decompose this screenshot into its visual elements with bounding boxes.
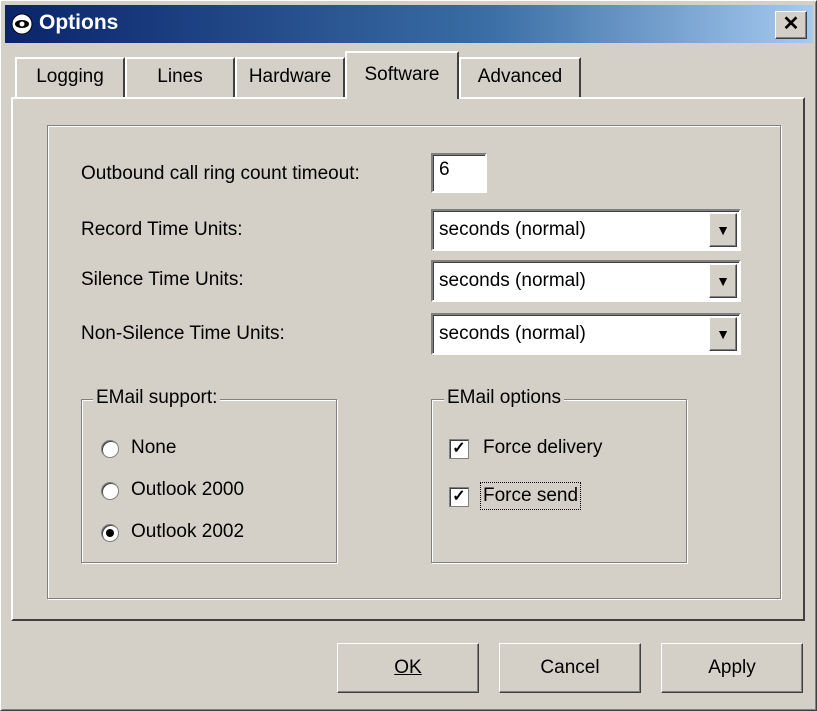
title-bar[interactable]: Options ✕ — [5, 5, 813, 43]
force-send-label[interactable]: Force send — [479, 482, 582, 510]
force-delivery-label[interactable]: Force delivery — [483, 437, 602, 459]
chevron-down-icon[interactable]: ▼ — [709, 317, 737, 351]
email-support-legend: EMail support: — [93, 387, 221, 409]
record-units-label: Record Time Units: — [81, 219, 243, 240]
close-icon: ✕ — [782, 13, 800, 35]
ring-timeout-label: Outbound call ring count timeout: — [81, 163, 360, 184]
silence-units-select[interactable]: seconds (normal) ▼ — [431, 260, 741, 302]
record-units-select[interactable]: seconds (normal) ▼ — [431, 209, 741, 251]
app-icon — [11, 13, 33, 35]
radio-outlook-2000[interactable] — [101, 482, 119, 500]
tab-logging[interactable]: Logging — [15, 57, 125, 97]
radio-outlook-2000-label[interactable]: Outlook 2000 — [131, 479, 244, 501]
email-options-legend: EMail options — [444, 387, 565, 409]
nonsilence-units-select[interactable]: seconds (normal) ▼ — [431, 313, 741, 355]
chevron-down-icon[interactable]: ▼ — [709, 213, 737, 247]
close-button[interactable]: ✕ — [775, 11, 807, 39]
radio-selected-dot — [106, 529, 114, 537]
tab-hardware[interactable]: Hardware — [235, 57, 345, 97]
force-send-checkbox[interactable]: ✓ — [449, 487, 469, 507]
email-options-group — [431, 399, 687, 563]
radio-outlook-2002-label[interactable]: Outlook 2002 — [131, 521, 244, 543]
tab-lines[interactable]: Lines — [125, 57, 235, 97]
tab-advanced[interactable]: Advanced — [459, 57, 581, 97]
ring-timeout-input[interactable]: 6 — [431, 153, 487, 193]
options-dialog: Options ✕ Logging Lines Hardware Softwar… — [0, 0, 817, 711]
force-delivery-checkbox[interactable]: ✓ — [449, 439, 469, 459]
ok-button[interactable]: OK — [337, 643, 479, 693]
window-title: Options — [39, 11, 119, 34]
tab-software[interactable]: Software — [345, 51, 459, 99]
radio-none-label[interactable]: None — [131, 437, 176, 459]
radio-none[interactable] — [101, 440, 119, 458]
apply-button[interactable]: Apply — [661, 643, 803, 693]
cancel-button[interactable]: Cancel — [499, 643, 641, 693]
radio-outlook-2002[interactable] — [101, 524, 119, 542]
chevron-down-icon[interactable]: ▼ — [709, 264, 737, 298]
nonsilence-units-label: Non-Silence Time Units: — [81, 323, 285, 344]
silence-units-label: Silence Time Units: — [81, 269, 244, 290]
